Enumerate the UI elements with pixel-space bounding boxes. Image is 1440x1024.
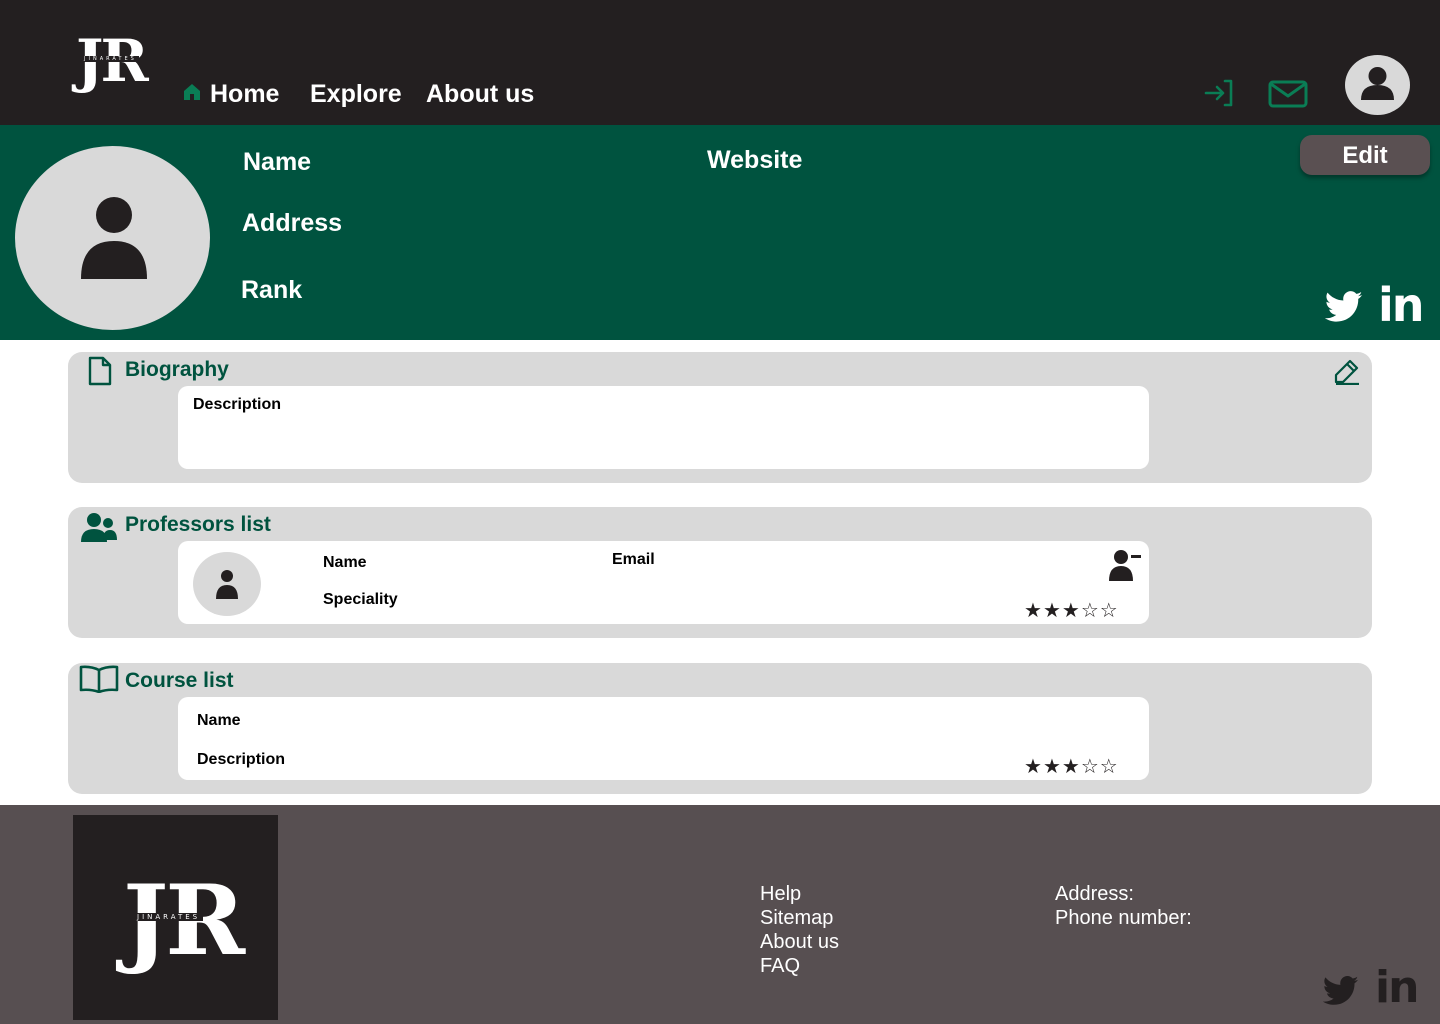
profile-address-label: Address [242,209,343,237]
star-filled-icon: ★ [1024,754,1042,778]
profile-name-label: Name [243,148,312,176]
profile-website-label[interactable]: Website [707,145,802,175]
professor-email-label: Email [612,551,655,568]
star-filled-icon: ★ [1042,598,1061,622]
logo-subtitle: JINARATES [82,56,139,62]
profile-avatar [15,146,210,330]
home-icon [184,84,200,100]
twitter-icon[interactable] [1325,291,1363,323]
document-icon [88,356,112,386]
user-avatar-icon [1361,67,1394,100]
footer-phone-label: Phone number: [1055,907,1192,929]
star-filled-icon: ★ [1061,598,1080,622]
course-name-label: Name [197,712,241,729]
footer-link-faq[interactable]: FAQ [760,954,800,978]
professor-rating: ★★★☆☆ [1024,600,1119,620]
remove-user-icon[interactable] [1108,549,1142,581]
footer-link-sitemap[interactable]: Sitemap [760,906,833,930]
nav-explore[interactable]: Explore [310,78,402,110]
star-filled-icon: ★ [1061,754,1080,778]
footer-linkedin-icon[interactable]: in [1375,966,1419,1010]
professor-person-icon [216,570,238,599]
star-empty-icon: ☆ [1099,598,1118,622]
footer-logo-subtitle: JINARATES [134,913,204,921]
mail-icon[interactable] [1268,80,1308,108]
biography-panel [178,386,1149,469]
star-filled-icon: ★ [1042,754,1061,778]
star-filled-icon: ★ [1024,598,1042,622]
star-empty-icon: ☆ [1080,754,1099,778]
user-avatar-button[interactable] [1345,55,1410,115]
book-icon [79,665,119,693]
professor-speciality-label: Speciality [323,591,398,608]
biography-title: Biography [125,358,229,381]
professors-title: Professors list [125,513,271,536]
linkedin-icon[interactable]: in [1378,282,1424,328]
star-empty-icon: ☆ [1099,754,1118,778]
footer-link-help[interactable]: Help [760,882,801,906]
brand-logo[interactable]: JR JINARATES [74,30,149,100]
profile-person-icon [81,197,147,279]
star-empty-icon: ☆ [1080,598,1099,622]
nav-home-label: Home [210,80,280,108]
footer-logo[interactable]: JR JINARATES [73,815,278,1020]
professor-name-label: Name [323,554,367,571]
edit-profile-button[interactable]: Edit [1300,135,1430,175]
profile-rank-label: Rank [241,276,303,304]
courses-title: Course list [125,669,234,692]
course-rating: ★★★☆☆ [1024,756,1119,776]
biography-description-label: Description [193,396,282,413]
nav-about-us[interactable]: About us [426,78,534,110]
footer-address-label: Address: [1055,883,1134,905]
footer-link-about-us[interactable]: About us [760,930,839,954]
course-description-label: Description [197,751,286,768]
course-card[interactable] [178,697,1149,780]
login-icon[interactable] [1203,78,1235,108]
users-icon [81,513,117,542]
footer-twitter-icon[interactable] [1323,976,1359,1006]
edit-pencil-icon[interactable] [1333,357,1361,385]
professor-avatar [193,552,261,616]
footer-logo-letters: JR [123,864,245,977]
